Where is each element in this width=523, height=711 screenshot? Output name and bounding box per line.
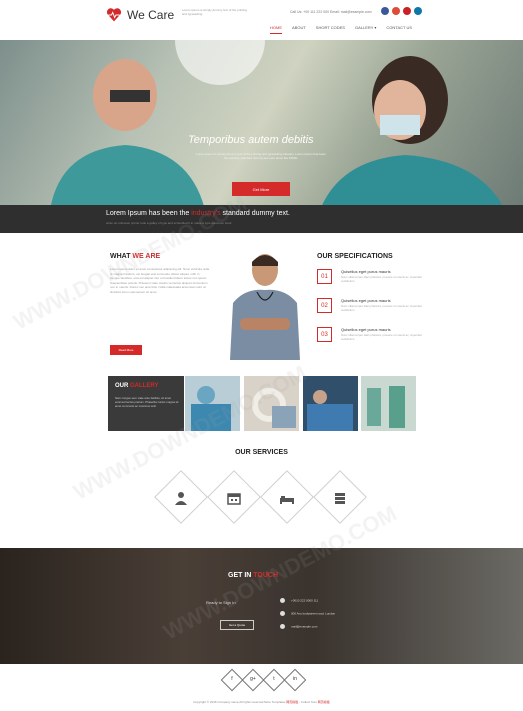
about-title-highlight: WE ARE (132, 253, 161, 260)
email-text[interactable]: mail@example.com (291, 624, 317, 628)
copyright-text-2: - Collect from (298, 700, 318, 704)
spec-title: Quisellus eget purus mauris (341, 298, 391, 303)
hero-banner: Temporibus autem debitis Lorem ipsum is … (0, 40, 523, 208)
touch-title-highlight: TOUCH (253, 572, 279, 579)
read-more-button[interactable]: Read More (110, 345, 142, 355)
surgeon-figure (50, 59, 205, 208)
collect-link[interactable]: 网页模板 (318, 700, 330, 704)
about-text: Lorem ipsum dolor sit amet consectetur a… (110, 267, 210, 294)
server-icon (335, 493, 345, 504)
google-plus-icon[interactable] (392, 7, 400, 15)
map-marker-icon (280, 611, 285, 616)
heart-icon (106, 8, 122, 22)
gallery-title: OUR GALLERY (115, 383, 158, 389)
caption-text-end: standard dummy text. (222, 210, 290, 217)
spec-item: 02 Quisellus eget purus mauris Nunc ulla… (317, 298, 437, 320)
gallery-text: Nam congue sem vitae ante facilisis, sit… (115, 396, 179, 408)
site-footer: f g+ t in Copyright © 2016 Company name … (0, 664, 523, 711)
phone-text: +0010 222 0000 111 (291, 598, 319, 603)
spec-number: 02 (317, 298, 332, 313)
footer-twitter-label: t (273, 676, 275, 682)
tagline: Lorem ipsum is simply dummy text of the … (182, 8, 248, 16)
caption-text: Lorem Ipsum has been the (106, 210, 190, 217)
caption-highlight: industry's (191, 210, 221, 217)
user-icon (175, 492, 187, 505)
copyright: Copyright © 2016 Company name All rights… (0, 700, 523, 704)
gallery-image[interactable] (244, 376, 299, 431)
services-title: OUR SERVICES (235, 449, 288, 456)
gallery-image[interactable] (185, 376, 240, 431)
phone-icon (280, 598, 285, 603)
hero-caption: Lorem Ipsum has been the industry's stan… (106, 210, 290, 217)
contact-email: mail@example.com (280, 624, 317, 629)
touch-title: GET IN TOUCH (228, 572, 278, 579)
hero-title: Temporibus autem debitis (188, 134, 314, 146)
get-more-button[interactable]: Get More (232, 182, 290, 196)
nav-gallery[interactable]: GALLERY ▾ (355, 25, 376, 34)
hero-caption-bar: Lorem Ipsum has been the industry's stan… (0, 205, 523, 233)
nav-home[interactable]: HOME (270, 25, 282, 34)
facebook-icon[interactable] (381, 7, 389, 15)
nurse-figure (320, 56, 504, 208)
copyright-text: Copyright © 2016 Company name All rights… (193, 700, 287, 704)
social-links (381, 7, 422, 15)
bed-icon (280, 496, 294, 504)
envelope-icon (280, 624, 285, 629)
gallery-title-text: OUR (115, 383, 130, 389)
get-quote-button[interactable]: Get a Quote (220, 620, 254, 630)
contact-info: Call Us: +00 111 222 000 Email: mail@exa… (290, 10, 372, 14)
templates-link[interactable]: 网页模板 (286, 700, 298, 704)
address-text: 000 Any bodystreet road, London (291, 611, 336, 616)
gallery-title-highlight: GALLERY (130, 383, 159, 389)
touch-tagline: Ready to Sign In (206, 600, 236, 605)
contact-address: 000 Any bodystreet road, London (280, 611, 335, 616)
spec-number: 03 (317, 327, 332, 342)
nav-about[interactable]: ABOUT (292, 25, 306, 34)
logo[interactable]: We Care (106, 8, 174, 22)
footer-linkedin-label: in (293, 676, 297, 682)
site-header: We Care Lorem ipsum is simply dummy text… (0, 0, 523, 40)
caption-subtext: when an unknown printer took a galley of… (106, 221, 232, 225)
footer-facebook-label: f (231, 676, 233, 682)
specs-title: OUR SPECIFICATIONS (317, 253, 393, 260)
footer-google-plus-label: g+ (250, 676, 256, 682)
gallery-image[interactable] (361, 376, 416, 431)
contact-section: GET IN TOUCH Ready to Sign In Get a Quot… (0, 548, 523, 664)
touch-title-text: GET IN (228, 572, 254, 579)
brand-name: We Care (127, 8, 175, 22)
gallery-intro: OUR GALLERY Nam congue sem vitae ante fa… (108, 376, 184, 431)
linkedin-icon[interactable] (414, 7, 422, 15)
calendar-icon (227, 493, 241, 505)
hero-subtitle: Lorem ipsum is simply dummy text of the … (196, 152, 326, 160)
pinterest-icon[interactable] (403, 7, 411, 15)
nav-contact[interactable]: CONTACT US (386, 25, 412, 34)
spec-desc: Nunc ullamcorper diam pharetra, posuere … (341, 275, 422, 283)
spec-title: Quisellus eget purus mauris (341, 269, 391, 274)
spec-item: 01 Quisellus eget purus mauris Nunc ulla… (317, 269, 437, 291)
contact-phone: +0010 222 0000 111 (280, 598, 318, 603)
nav-short-codes[interactable]: SHORT CODES (316, 25, 345, 34)
spec-number: 01 (317, 269, 332, 284)
spec-desc: Nunc ullamcorper diam pharetra, posuere … (341, 304, 422, 312)
doctor-portrait (230, 254, 300, 360)
gallery-image[interactable] (303, 376, 358, 431)
spec-title: Quisellus eget purus mauris (341, 327, 391, 332)
about-title-text: WHAT (110, 253, 133, 260)
spec-item: 03 Quisellus eget purus mauris Nunc ulla… (317, 327, 437, 349)
main-nav: HOME ABOUT SHORT CODES GALLERY ▾ CONTACT… (270, 25, 412, 34)
about-title: WHAT WE ARE (110, 253, 160, 260)
spec-desc: Nunc ullamcorper diam pharetra, posuere … (341, 333, 422, 341)
